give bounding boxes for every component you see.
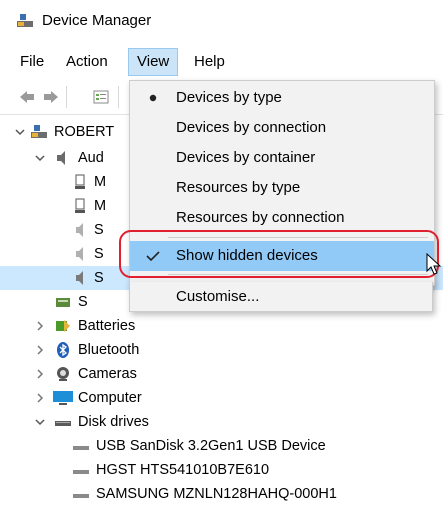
menu-file[interactable]: File bbox=[12, 48, 52, 76]
tree-root-label: ROBERT bbox=[54, 124, 115, 140]
tree-disk-drive[interactable]: USB SanDisk 3.2Gen1 USB Device bbox=[0, 434, 443, 458]
tree-item-label: M bbox=[94, 198, 107, 214]
chevron-down-icon[interactable] bbox=[14, 120, 26, 144]
speaker-icon bbox=[57, 151, 65, 165]
mouse-cursor-icon bbox=[426, 253, 442, 275]
tree-category-cameras[interactable]: Cameras bbox=[0, 362, 443, 386]
tree-item-label: HGST HTS541010B7E610 bbox=[96, 462, 270, 478]
battery-icon bbox=[56, 320, 70, 332]
tree-disk-drive[interactable]: HGST HTS541010B7E610 bbox=[0, 458, 443, 482]
controller-icon bbox=[56, 298, 70, 307]
tree-category-label: Computer bbox=[78, 390, 142, 406]
menu-item-devices-by-type[interactable]: Devices by type bbox=[130, 83, 434, 113]
disk-drive-icon bbox=[73, 470, 89, 474]
menu-item-customise[interactable]: Customise... bbox=[129, 282, 433, 312]
tree-item-label: S bbox=[94, 270, 104, 286]
menu-item-label: Customise... bbox=[176, 288, 260, 305]
menu-help[interactable]: Help bbox=[186, 48, 233, 76]
menu-item-label: Resources by connection bbox=[176, 209, 345, 226]
toolbar-separator bbox=[118, 86, 119, 108]
disk-drive-icon bbox=[73, 494, 89, 498]
chevron-right-icon[interactable] bbox=[34, 362, 46, 386]
forward-icon[interactable] bbox=[42, 88, 60, 106]
menu-item-resources-by-connection[interactable]: Resources by connection bbox=[130, 203, 434, 233]
speaker-icon bbox=[76, 223, 83, 237]
properties-icon[interactable] bbox=[92, 88, 110, 106]
chevron-down-icon[interactable] bbox=[34, 410, 46, 434]
audio-device-icon bbox=[75, 174, 85, 189]
tree-item-label: S bbox=[94, 246, 104, 262]
menu-action[interactable]: Action bbox=[58, 48, 116, 76]
tree-category-label: Cameras bbox=[78, 366, 137, 382]
chevron-right-icon[interactable] bbox=[34, 314, 46, 338]
tree-category-label: Batteries bbox=[78, 318, 136, 334]
menu-bar: File Action View Help bbox=[0, 48, 443, 76]
tree-category-batteries[interactable]: Batteries bbox=[0, 314, 443, 338]
tree-item-label: USB SanDisk 3.2Gen1 USB Device bbox=[96, 438, 326, 454]
disk-drive-icon bbox=[73, 446, 89, 450]
highlight-annotation bbox=[119, 230, 439, 278]
tree-audio-label: Aud bbox=[78, 150, 104, 166]
tree-item-label: SAMSUNG MZNLN128HAHQ-000H1 bbox=[96, 486, 337, 502]
menu-item-label: Devices by container bbox=[176, 149, 316, 166]
camera-icon bbox=[57, 367, 69, 381]
title-bar: Device Manager bbox=[0, 0, 443, 40]
window-title: Device Manager bbox=[42, 12, 152, 29]
tree-category-disk-drives[interactable]: Disk drives bbox=[0, 410, 443, 434]
menu-item-label: Devices by type bbox=[176, 89, 282, 106]
chevron-right-icon[interactable] bbox=[34, 338, 46, 362]
speaker-icon bbox=[76, 271, 83, 285]
menu-item-label: Resources by type bbox=[176, 179, 301, 196]
menu-view[interactable]: View bbox=[128, 48, 179, 76]
menu-item-label: Devices by connection bbox=[176, 119, 327, 136]
back-icon[interactable] bbox=[18, 88, 36, 106]
monitor-icon bbox=[53, 391, 73, 405]
tree-item-label: S bbox=[78, 294, 88, 310]
bluetooth-icon bbox=[57, 342, 69, 358]
menu-item-devices-by-container[interactable]: Devices by container bbox=[130, 143, 434, 173]
tree-category-label: Bluetooth bbox=[78, 342, 140, 358]
menu-item-resources-by-type[interactable]: Resources by type bbox=[130, 173, 434, 203]
tree-category-label: Disk drives bbox=[78, 414, 149, 430]
chevron-down-icon[interactable] bbox=[34, 146, 46, 170]
audio-device-icon bbox=[75, 198, 85, 213]
radio-bullet-icon bbox=[149, 94, 157, 102]
menu-item-devices-by-connection[interactable]: Devices by connection bbox=[130, 113, 434, 143]
tree-item-label: S bbox=[94, 222, 104, 238]
speaker-icon bbox=[76, 247, 83, 261]
toolbar-separator bbox=[66, 86, 67, 108]
computer-root-icon bbox=[31, 125, 47, 138]
chevron-right-icon[interactable] bbox=[34, 386, 46, 410]
tree-disk-drive[interactable]: SAMSUNG MZNLN128HAHQ-000H1 bbox=[0, 482, 443, 506]
disk-drive-icon bbox=[55, 421, 71, 426]
tree-category-computer[interactable]: Computer bbox=[0, 386, 443, 410]
tree-item-label: M bbox=[94, 174, 107, 190]
tree-category-bluetooth[interactable]: Bluetooth bbox=[0, 338, 443, 362]
device-manager-icon bbox=[17, 14, 33, 27]
